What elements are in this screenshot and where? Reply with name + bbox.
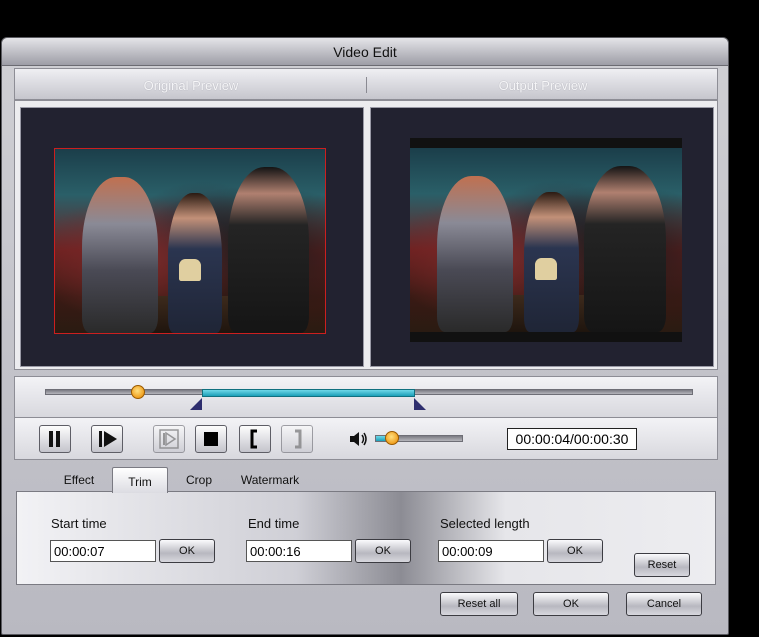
pause-button[interactable] [39, 425, 71, 453]
selected-length-input[interactable] [438, 540, 544, 562]
set-end-button[interactable] [281, 425, 313, 453]
tab-watermark[interactable]: Watermark [230, 466, 310, 492]
preview-area [14, 100, 718, 370]
original-video-frame [54, 148, 326, 334]
play-button[interactable] [91, 425, 123, 453]
dialog-footer: Reset all OK Cancel [16, 588, 718, 622]
time-display: 00:00:04/00:00:30 [507, 428, 637, 450]
pause-icon [49, 431, 60, 447]
tab-crop[interactable]: Crop [172, 466, 226, 492]
reset-all-button[interactable]: Reset all [440, 592, 518, 616]
timeline-selection [201, 389, 416, 397]
selected-length-ok-button[interactable]: OK [547, 539, 603, 563]
original-preview-label: Original Preview [143, 78, 239, 93]
stop-button[interactable] [195, 425, 227, 453]
start-time-label: Start time [51, 516, 107, 531]
end-time-ok-button[interactable]: OK [355, 539, 411, 563]
ok-button[interactable]: OK [533, 592, 609, 616]
video-edit-window: Video Edit Original Preview Output Previ… [1, 37, 729, 635]
trim-start-marker[interactable] [189, 398, 202, 410]
preview-header: Original Preview Output Preview [14, 68, 718, 100]
trim-end-marker[interactable] [414, 398, 427, 410]
speaker-icon[interactable] [349, 430, 369, 448]
selected-length-label: Selected length [440, 516, 530, 531]
bracket-left-icon [250, 429, 257, 449]
end-time-label: End time [248, 516, 300, 531]
stop-icon [204, 432, 218, 446]
volume-slider[interactable] [375, 431, 463, 445]
window-title: Video Edit [2, 38, 728, 66]
timeline-playhead[interactable] [131, 385, 146, 399]
timeline-track[interactable] [45, 385, 693, 410]
original-preview-pane [20, 107, 364, 367]
trim-reset-button[interactable]: Reset [634, 553, 690, 577]
start-time-ok-button[interactable]: OK [159, 539, 215, 563]
play-step-icon [99, 431, 117, 447]
cancel-button[interactable]: Cancel [626, 592, 702, 616]
output-preview-label: Output Preview [498, 78, 588, 93]
next-frame-icon [159, 429, 179, 449]
trim-panel: Start time OK End time OK Selected lengt… [16, 491, 716, 585]
next-frame-button[interactable] [153, 425, 185, 453]
output-preview-pane [370, 107, 714, 367]
output-video-frame [410, 138, 682, 342]
playback-controls: 00:00:04/00:00:30 [14, 418, 718, 460]
bracket-right-icon [295, 429, 302, 449]
start-time-input[interactable] [50, 540, 156, 562]
tab-trim[interactable]: Trim [112, 467, 168, 493]
tab-effect[interactable]: Effect [50, 466, 108, 492]
end-time-input[interactable] [246, 540, 352, 562]
set-start-button[interactable] [239, 425, 271, 453]
volume-thumb[interactable] [384, 431, 399, 445]
timeline-area [14, 376, 718, 418]
